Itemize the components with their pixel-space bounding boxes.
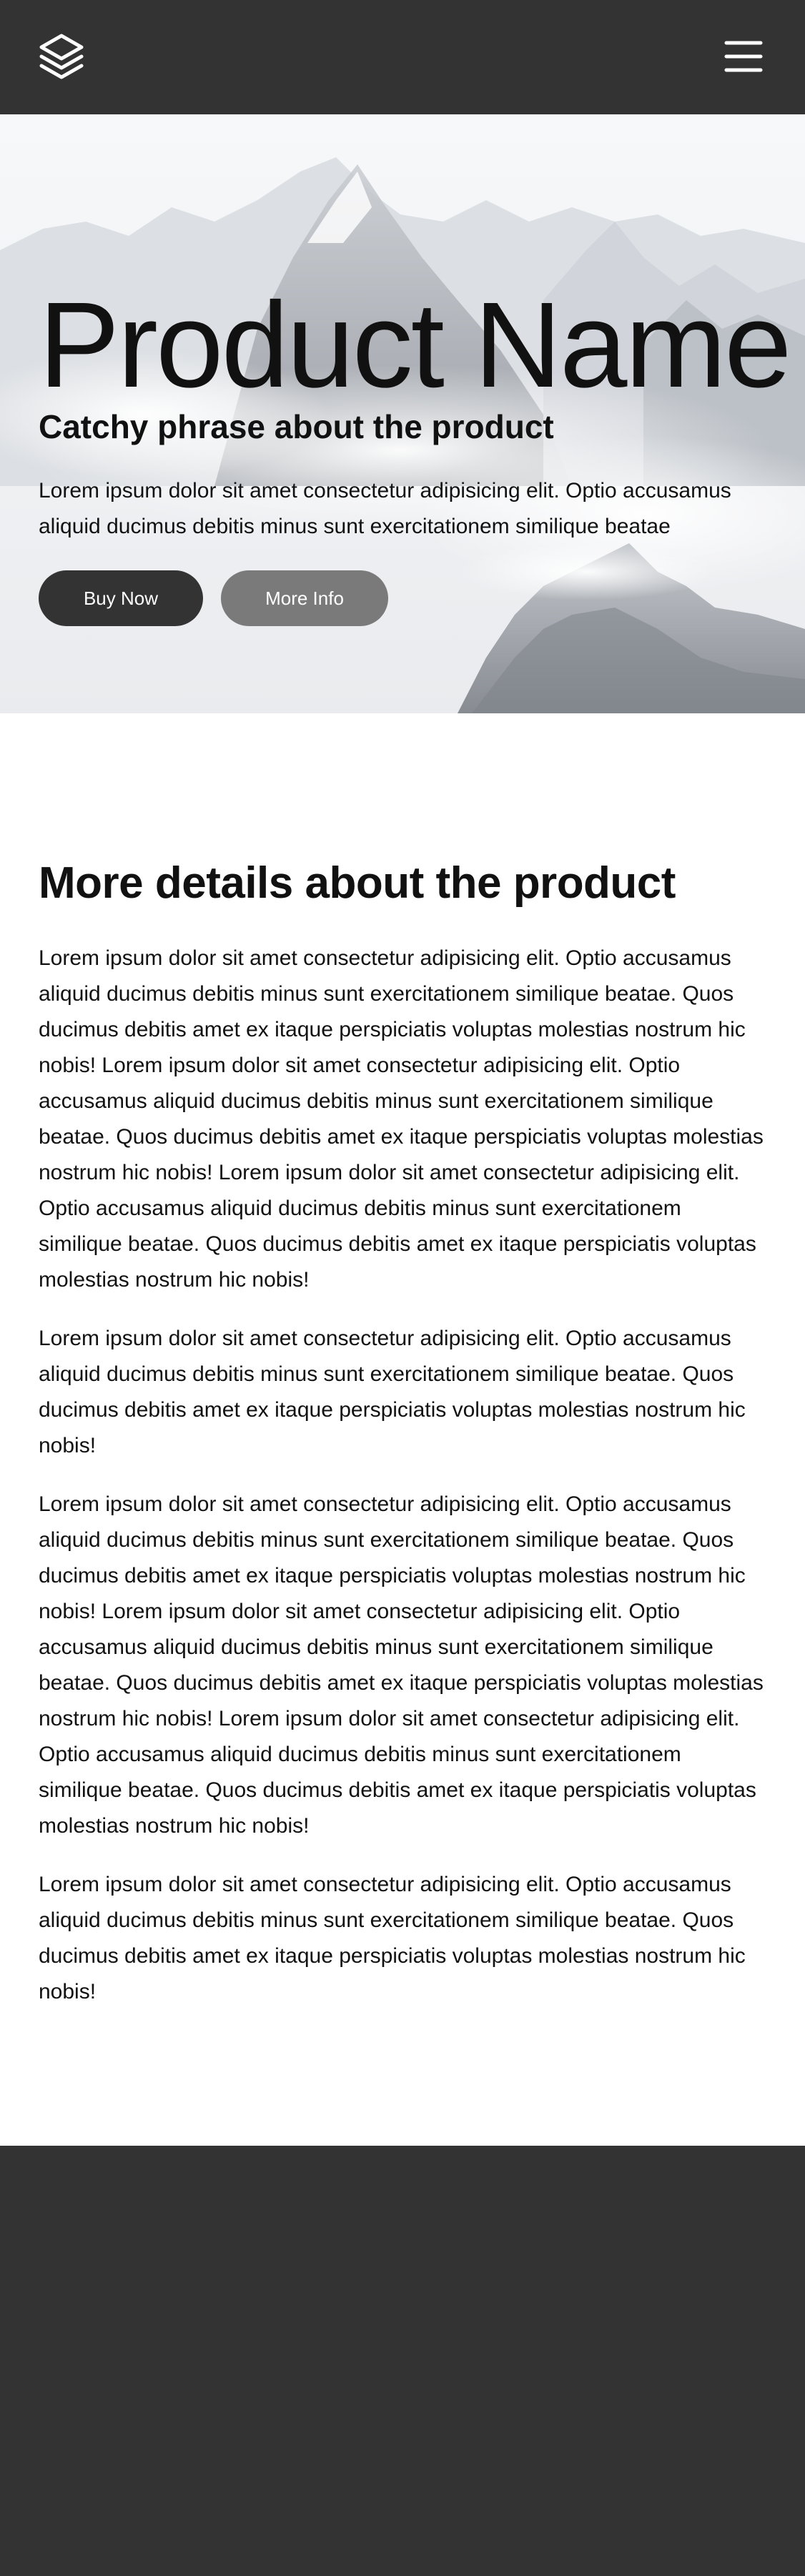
- more-info-button[interactable]: More Info: [221, 570, 388, 626]
- layers-icon[interactable]: [39, 33, 84, 80]
- details-paragraph-2: Lorem ipsum dolor sit amet consectetur a…: [39, 1327, 746, 1457]
- product-title: Product Name: [39, 277, 792, 413]
- details-paragraph-4: Lorem ipsum dolor sit amet consectetur a…: [39, 1873, 746, 2003]
- product-tagline: Catchy phrase about the product: [39, 408, 554, 445]
- hero-description: Lorem ipsum dolor sit amet consectetur a…: [39, 479, 731, 538]
- buy-now-button[interactable]: Buy Now: [39, 570, 203, 626]
- details-paragraph-3: Lorem ipsum dolor sit amet consectetur a…: [39, 1492, 764, 1838]
- hero-section: Product Name Catchy phrase about the pro…: [0, 114, 805, 713]
- details-paragraph-1: Lorem ipsum dolor sit amet consectetur a…: [39, 946, 764, 1292]
- hamburger-menu-icon[interactable]: [723, 39, 764, 74]
- page-footer: [0, 2146, 805, 2576]
- product-details-section: More details about the product Lorem ips…: [39, 855, 768, 2033]
- top-navigation-bar: [0, 0, 805, 114]
- details-heading: More details about the product: [39, 858, 676, 908]
